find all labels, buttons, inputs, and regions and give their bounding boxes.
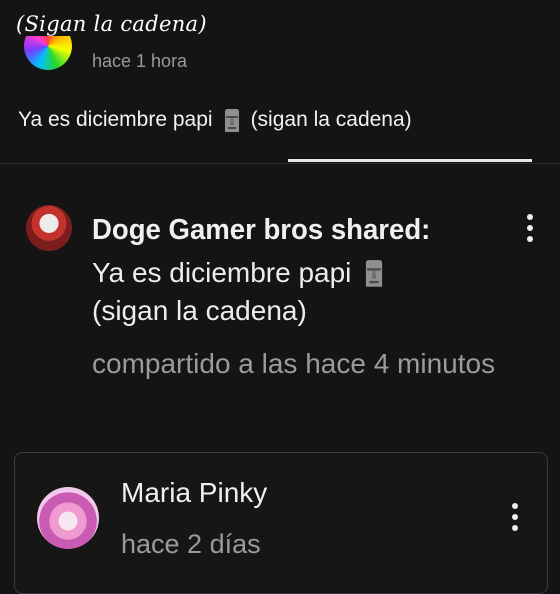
more-vertical-icon[interactable] xyxy=(526,214,534,242)
moai-icon xyxy=(361,257,387,289)
original-post-text: Ya es diciembre papi (sigan la cadena) xyxy=(18,106,412,134)
comment-time: hace 2 días xyxy=(121,529,261,559)
comment-avatar[interactable] xyxy=(37,487,99,549)
shared-post-line2: (sigan la cadena) xyxy=(92,295,307,326)
comment-author[interactable]: Maria Pinky xyxy=(121,477,267,509)
moai-icon xyxy=(221,106,243,134)
shared-post-avatar[interactable] xyxy=(26,205,72,251)
shared-post-meta: compartido a las hace 4 minutos xyxy=(92,348,496,379)
original-post-time: hace 1 hora xyxy=(92,52,188,68)
video-caption: (Sigan la cadena) xyxy=(16,12,207,36)
shared-post-title: Doge Gamer bros shared: xyxy=(92,214,431,246)
comment-card[interactable]: Maria Pinky hace 2 días xyxy=(14,452,548,594)
original-post-avatar[interactable] xyxy=(24,36,72,72)
more-vertical-icon[interactable] xyxy=(511,503,519,531)
shared-post-body: Ya es diciembre papi (sigan la cadena) xyxy=(92,254,492,330)
divider xyxy=(0,163,560,164)
original-post-text-after: (sigan la cadena) xyxy=(250,108,412,131)
tab-underline xyxy=(288,159,532,162)
original-post-text-before: Ya es diciembre papi xyxy=(18,108,213,131)
shared-post-line1: Ya es diciembre papi xyxy=(92,257,352,288)
